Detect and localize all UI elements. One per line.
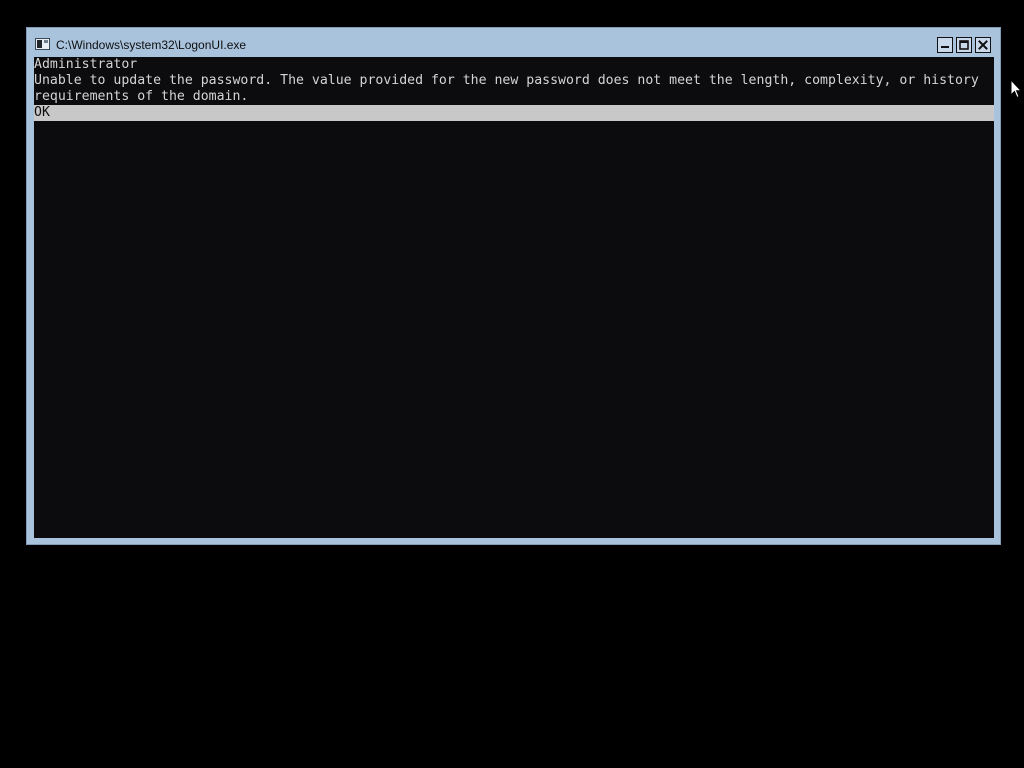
console-output-area: Administrator Unable to update the passw… bbox=[34, 57, 994, 538]
console-user-line: Administrator bbox=[34, 57, 138, 72]
window-titlebar[interactable]: C:\Windows\system32\LogonUI.exe bbox=[27, 28, 1000, 57]
minimize-icon bbox=[941, 46, 949, 48]
window-controls bbox=[937, 37, 991, 53]
maximize-icon bbox=[959, 40, 969, 50]
maximize-button[interactable] bbox=[956, 37, 972, 53]
ok-option[interactable]: OK bbox=[34, 105, 994, 121]
minimize-button[interactable] bbox=[937, 37, 953, 53]
console-error-message: Unable to update the password. The value… bbox=[34, 73, 987, 104]
desktop: C:\Windows\system32\LogonUI.exe Administ… bbox=[0, 0, 1024, 768]
logonui-console-window: C:\Windows\system32\LogonUI.exe Administ… bbox=[26, 27, 1001, 545]
window-title: C:\Windows\system32\LogonUI.exe bbox=[56, 38, 247, 52]
mouse-pointer-icon bbox=[1010, 78, 1023, 103]
console-window-icon bbox=[35, 38, 50, 50]
close-button[interactable] bbox=[975, 37, 991, 53]
close-icon bbox=[978, 40, 988, 50]
